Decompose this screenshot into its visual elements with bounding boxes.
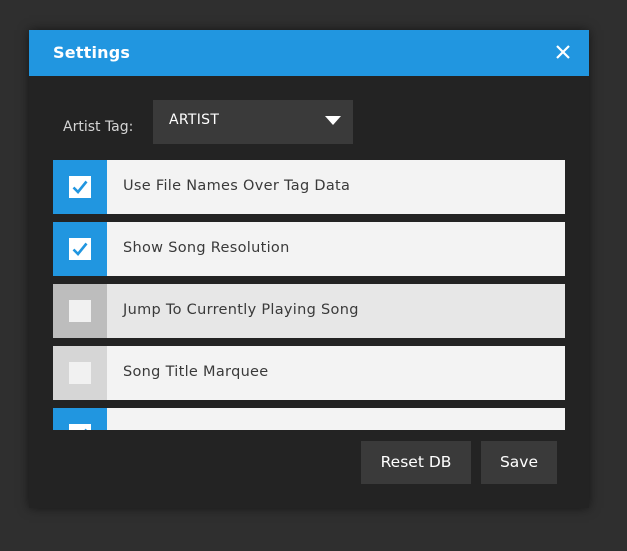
dialog-titlebar: Settings (29, 30, 589, 76)
checkbox-use-file-names[interactable] (53, 160, 107, 214)
dialog-title: Settings (53, 43, 131, 62)
empty-checkbox-icon (69, 362, 91, 384)
artist-tag-select[interactable]: ARTIST (153, 100, 353, 144)
option-use-file-names[interactable]: Use File Names Over Tag Data (53, 160, 565, 214)
artist-tag-value: ARTIST (169, 112, 220, 128)
checkbox-partially-visible[interactable] (53, 408, 107, 430)
checkmark-icon (69, 238, 91, 260)
option-label: Jump To Currently Playing Song (123, 302, 359, 318)
reset-db-button[interactable]: Reset DB (361, 441, 471, 484)
option-partially-visible[interactable] (53, 408, 565, 430)
option-song-title-marquee[interactable]: Song Title Marquee (53, 346, 565, 400)
option-show-song-resolution[interactable]: Show Song Resolution (53, 222, 565, 276)
checkbox-show-song-resolution[interactable] (53, 222, 107, 276)
empty-checkbox-icon (69, 300, 91, 322)
settings-dialog: Settings Artist Tag: ARTIST Use File Nam… (29, 30, 589, 508)
checkmark-icon (69, 176, 91, 198)
checkbox-song-title-marquee[interactable] (53, 346, 107, 400)
option-label: Use File Names Over Tag Data (123, 178, 351, 194)
option-label: Show Song Resolution (123, 240, 290, 256)
checkbox-jump-to-playing[interactable] (53, 284, 107, 338)
settings-options-list[interactable]: Use File Names Over Tag Data Show Song R… (53, 160, 565, 430)
checkmark-icon (69, 424, 91, 430)
artist-tag-label: Artist Tag: (63, 119, 134, 135)
option-label: Song Title Marquee (123, 364, 269, 380)
option-jump-to-playing[interactable]: Jump To Currently Playing Song (53, 284, 565, 338)
chevron-down-icon (325, 116, 341, 125)
save-button[interactable]: Save (481, 441, 557, 484)
close-icon[interactable] (551, 40, 575, 64)
